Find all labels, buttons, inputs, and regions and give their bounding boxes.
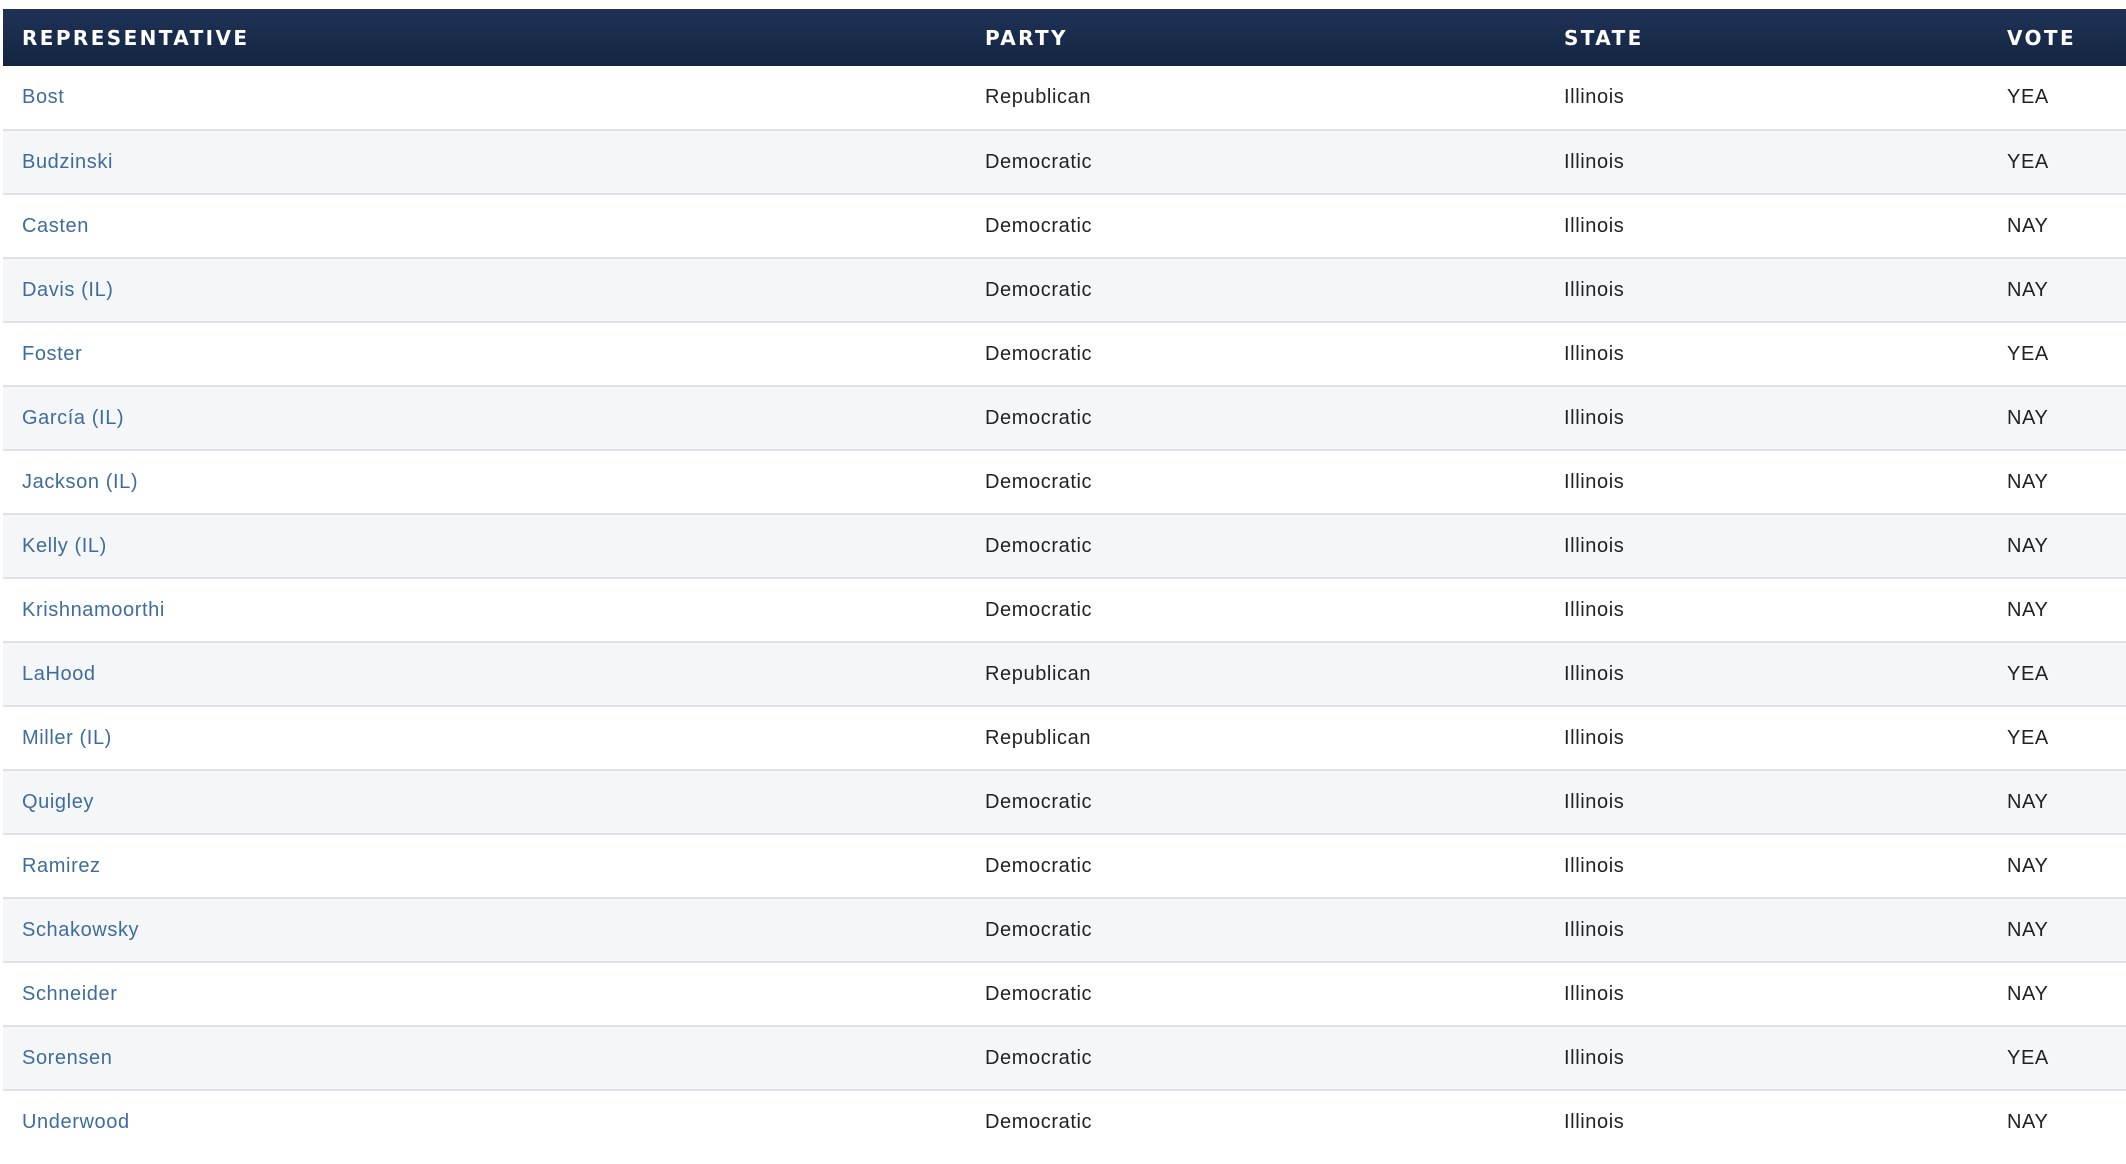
state-cell: Illinois (1545, 961, 1988, 1026)
party-cell: Democratic (966, 769, 1545, 834)
party-cell: Democratic (966, 897, 1545, 962)
representative-link[interactable]: Jackson (IL) (3, 449, 966, 514)
table-row: Sorensen Democratic Illinois YEA (3, 1025, 2126, 1090)
representative-link[interactable]: Sorensen (3, 1025, 966, 1090)
representative-link[interactable]: Underwood (3, 1089, 966, 1154)
state-cell: Illinois (1545, 321, 1988, 386)
vote-cell: YEA (1988, 1025, 2126, 1090)
state-cell: Illinois (1564, 86, 1625, 108)
representative-link[interactable]: Miller (IL) (3, 705, 966, 770)
state-cell: Illinois (1545, 513, 1988, 578)
vote-cell: NAY (1988, 577, 2126, 642)
party-cell: Democratic (966, 961, 1545, 1026)
column-header-state[interactable]: STATE (1545, 9, 1988, 66)
party-cell: Democratic (966, 385, 1545, 450)
state-cell: Illinois (1545, 641, 1988, 706)
column-header-party[interactable]: PARTY (966, 9, 1545, 66)
party-cell: Democratic (966, 833, 1545, 898)
party-cell: Democratic (966, 577, 1545, 642)
page: REPRESENTATIVE PARTY STATE VOTE Bost Repu… (0, 0, 2126, 1164)
column-header-vote[interactable]: VOTE (1988, 9, 2126, 66)
party-cell: Democratic (966, 321, 1545, 386)
table-row: Jackson (IL) Democratic Illinois NAY (3, 449, 2126, 514)
state-cell: Illinois (1545, 897, 1988, 962)
table-row: Casten Democratic Illinois NAY (3, 193, 2126, 258)
vote-cell: YEA (1988, 641, 2126, 706)
table-row: Budzinski Democratic Illinois YEA (3, 129, 2126, 194)
party-cell: Democratic (966, 449, 1545, 514)
table-row: García (IL) Democratic Illinois NAY (3, 385, 2126, 450)
representative-link[interactable]: Casten (3, 193, 966, 258)
vote-cell: YEA (1988, 129, 2126, 194)
representative-link[interactable]: Davis (IL) (3, 257, 966, 322)
state-cell: Illinois (1545, 193, 1988, 258)
vote-cell: YEA (2007, 86, 2049, 108)
representative-link[interactable]: Schakowsky (3, 897, 966, 962)
representative-link[interactable]: Budzinski (3, 129, 966, 194)
party-cell: Democratic (966, 129, 1545, 194)
state-cell: Illinois (1545, 449, 1988, 514)
table-row: Underwood Democratic Illinois NAY (3, 1089, 2126, 1154)
table-row: Foster Democratic Illinois YEA (3, 321, 2126, 386)
table-row: Schneider Democratic Illinois NAY (3, 961, 2126, 1026)
vote-cell: NAY (1988, 449, 2126, 514)
party-cell: Republican (966, 641, 1545, 706)
vote-cell: NAY (1988, 193, 2126, 258)
header-row: REPRESENTATIVE PARTY STATE VOTE (3, 9, 2126, 66)
table-header: REPRESENTATIVE PARTY STATE VOTE (3, 9, 2126, 66)
vote-cell: NAY (1988, 257, 2126, 322)
representative-link[interactable]: Ramirez (3, 833, 966, 898)
state-cell: Illinois (1545, 705, 1988, 770)
representative-link[interactable]: LaHood (3, 641, 966, 706)
state-cell: Illinois (1545, 577, 1988, 642)
representative-link[interactable]: García (IL) (3, 385, 966, 450)
representative-link[interactable]: Krishnamoorthi (3, 577, 966, 642)
representative-link[interactable]: Schneider (3, 961, 966, 1026)
state-cell: Illinois (1545, 833, 1988, 898)
state-cell: Illinois (1545, 1025, 1988, 1090)
party-cell: Democratic (966, 513, 1545, 578)
vote-cell: NAY (1988, 385, 2126, 450)
vote-cell: NAY (1988, 1089, 2126, 1154)
representative-link[interactable]: Quigley (3, 769, 966, 834)
vote-cell: NAY (1988, 833, 2126, 898)
table-row: Kelly (IL) Democratic Illinois NAY (3, 513, 2126, 578)
table-row: Krishnamoorthi Democratic Illinois NAY (3, 577, 2126, 642)
state-cell: Illinois (1545, 129, 1988, 194)
table-row: Quigley Democratic Illinois NAY (3, 769, 2126, 834)
representative-link[interactable]: Foster (3, 321, 966, 386)
representative-link[interactable]: Kelly (IL) (3, 513, 966, 578)
vote-cell: NAY (1988, 897, 2126, 962)
vote-cell: NAY (1988, 961, 2126, 1026)
vote-results-table: REPRESENTATIVE PARTY STATE VOTE Bost Repu… (3, 9, 2126, 1154)
vote-cell: NAY (1988, 769, 2126, 834)
state-cell: Illinois (1545, 1089, 1988, 1154)
table-row: Miller (IL) Republican Illinois YEA (3, 705, 2126, 770)
table-row: Ramirez Democratic Illinois NAY (3, 833, 2126, 898)
party-cell: Democratic (966, 1089, 1545, 1154)
state-cell: Illinois (1545, 769, 1988, 834)
state-cell: Illinois (1545, 385, 1988, 450)
column-header-representative[interactable]: REPRESENTATIVE (3, 9, 966, 66)
party-cell: Democratic (966, 193, 1545, 258)
party-cell: Democratic (966, 1025, 1545, 1090)
table-row: Bost Republican Illinois YEA (3, 66, 2126, 130)
representative-link[interactable]: Bost (3, 66, 966, 130)
party-cell: Democratic (966, 257, 1545, 322)
state-cell: Illinois (1545, 257, 1988, 322)
table-row: Davis (IL) Democratic Illinois NAY (3, 257, 2126, 322)
party-cell: Republican (985, 86, 1092, 108)
table-row: LaHood Republican Illinois YEA (3, 641, 2126, 706)
vote-cell: YEA (1988, 705, 2126, 770)
table-row: Schakowsky Democratic Illinois NAY (3, 897, 2126, 962)
vote-cell: YEA (1988, 321, 2126, 386)
table-body: Bost Republican Illinois YEA Budzinski Democr… (3, 66, 2126, 1154)
vote-cell: NAY (1988, 513, 2126, 578)
party-cell: Republican (966, 705, 1545, 770)
